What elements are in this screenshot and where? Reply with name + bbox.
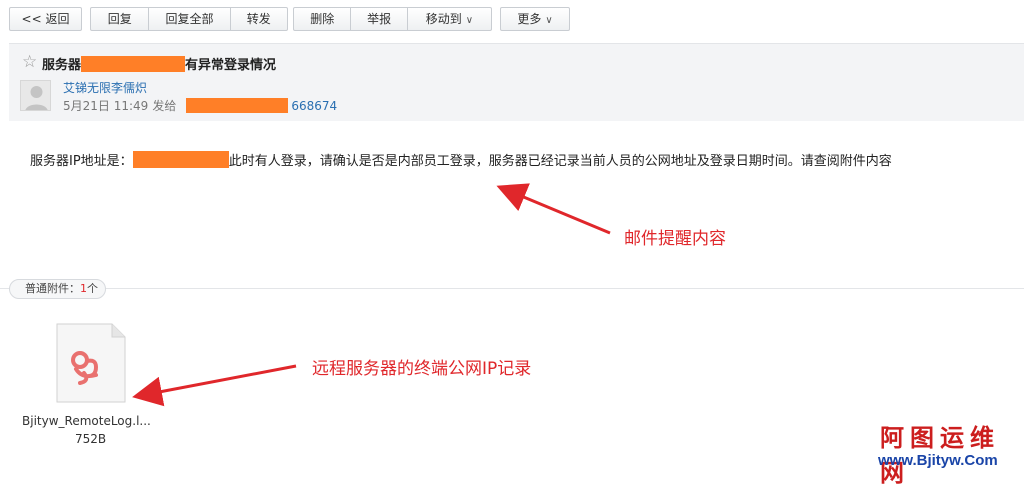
attachment-section-label: 普通附件：1个 (9, 279, 106, 299)
attachment-annotation: 远程服务器的终端公网IP记录 (312, 359, 532, 379)
attachment-count: 1 (80, 282, 87, 295)
document-icon (56, 323, 126, 403)
attachment-divider (0, 288, 1024, 289)
watermark-url: www.Bjityw.Com (878, 452, 998, 469)
attachment-arrow (132, 364, 297, 407)
annotation-arrows (132, 183, 611, 407)
attachment-file-icon[interactable] (56, 323, 126, 403)
attachment-file-name[interactable]: Bjityw_RemoteLog.l... (22, 414, 162, 428)
content-annotation: 邮件提醒内容 (624, 229, 726, 249)
content-arrow (496, 183, 611, 235)
attachment-count-unit: 个 (87, 282, 98, 295)
attachment-label-text: 普通附件： (25, 282, 80, 295)
attachment-file-size: 752B (75, 432, 107, 446)
